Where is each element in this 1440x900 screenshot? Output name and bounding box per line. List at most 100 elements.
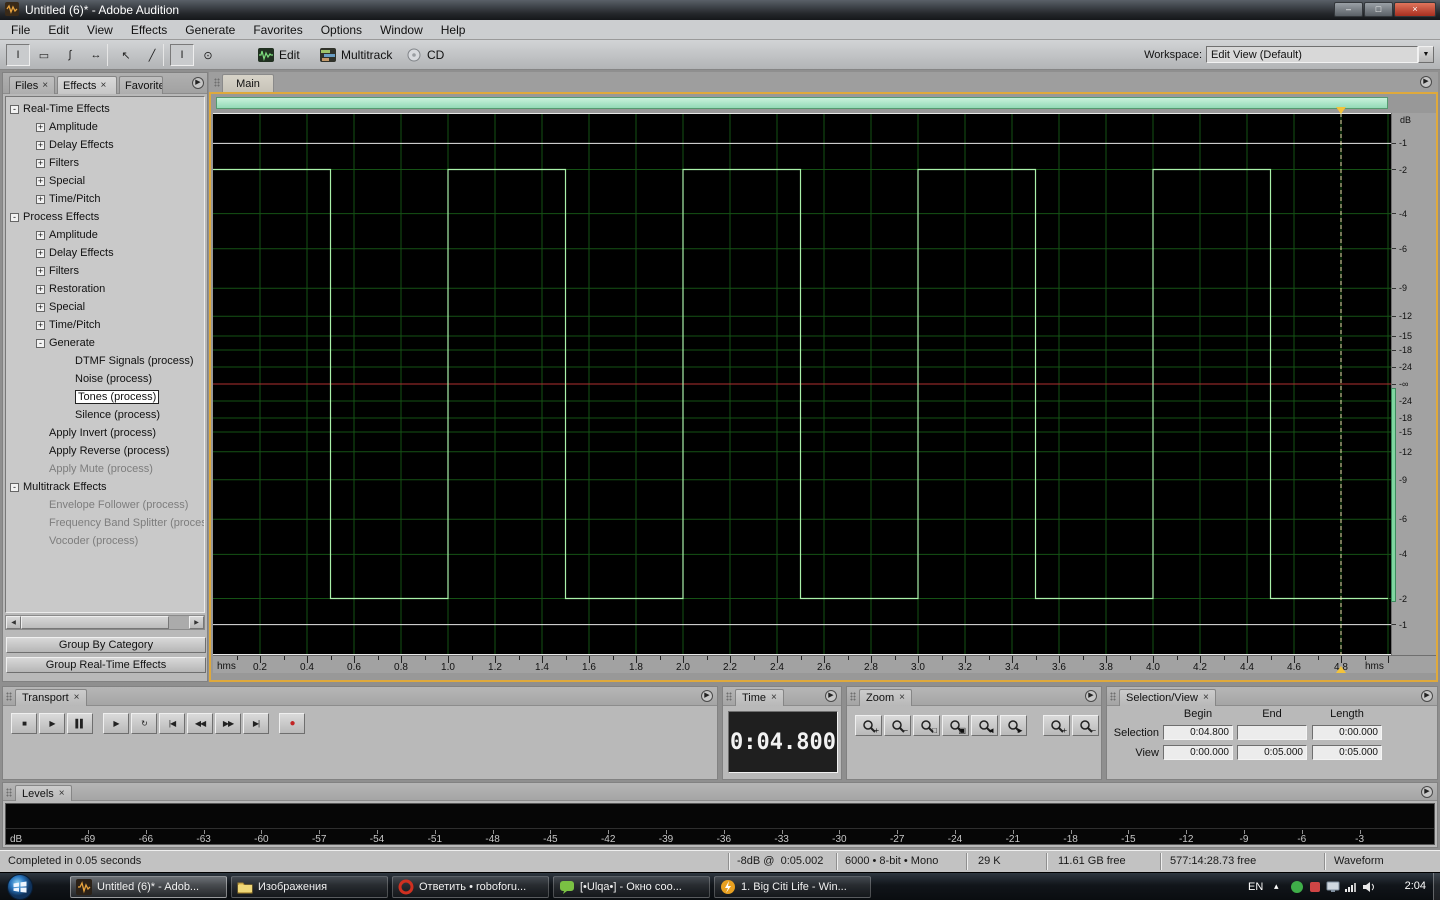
tree-expand-toggle[interactable]: + [36, 285, 45, 294]
cursor-marker-bottom[interactable] [1336, 666, 1346, 673]
db-ruler[interactable]: dB-1-1-2-2-4-4-6-6-9-9-12-12-15-15-18-18… [1391, 113, 1436, 655]
tree-expand-toggle[interactable]: + [36, 195, 45, 204]
lasso-selection-tool[interactable]: ∫ [58, 44, 82, 66]
panel-grip[interactable] [6, 692, 12, 701]
panel-menu-icon[interactable]: ▶ [1420, 76, 1432, 88]
taskbar-button-roboforu[interactable]: Ответить • roboforu... [392, 876, 549, 898]
fast-forward-button[interactable]: ▶▶ [215, 713, 241, 734]
scroll-left-button[interactable]: ◀ [6, 616, 21, 629]
taskbar-clock[interactable]: 2:04 [1405, 880, 1426, 892]
panel-header[interactable]: Zoom × ▶ [847, 687, 1101, 706]
tree-expand-toggle[interactable]: + [36, 321, 45, 330]
hybrid-tool[interactable]: I [170, 44, 194, 66]
tree-item-frequency-band-splitter-process[interactable]: Frequency Band Splitter (process) [6, 514, 204, 532]
panel-menu-icon[interactable]: ▶ [1421, 786, 1433, 798]
taskbar-button-1-big-citi-life-win[interactable]: 1. Big Citi Life - Win... [714, 876, 871, 898]
play-from-cursor-button[interactable]: ▶ [103, 713, 129, 734]
hidden-icons-arrow[interactable]: ▴ [1274, 881, 1279, 892]
panel-header[interactable]: Selection/View × ▶ [1107, 687, 1437, 706]
stop-button[interactable]: ■ [11, 713, 37, 734]
group-real-time-effects-button[interactable]: Group Real-Time Effects [6, 657, 206, 673]
razor-tool[interactable]: ╱ [140, 44, 164, 66]
marquee-selection-tool[interactable]: ▭ [32, 44, 56, 66]
start-button[interactable] [6, 873, 34, 900]
menu-item-window[interactable]: Window [371, 21, 432, 39]
panel-menu-icon[interactable]: ▶ [825, 690, 837, 702]
tab-close-icon[interactable]: × [899, 692, 905, 706]
panel-grip[interactable] [726, 692, 732, 701]
tab-favorites[interactable]: Favorites× [119, 76, 163, 94]
display-icon[interactable] [1326, 881, 1340, 896]
tree-item-delay-effects[interactable]: +Delay Effects [6, 244, 204, 262]
level-meter[interactable]: dB -69-66-63-60-57-54-51-48-45-42-39-36-… [5, 803, 1435, 845]
panel-header[interactable]: Transport × ▶ [3, 687, 717, 706]
go-to-end-button[interactable]: ▶| [243, 713, 269, 734]
move-tool[interactable]: ↖ [114, 44, 138, 66]
panel-menu-icon[interactable]: ▶ [1421, 690, 1433, 702]
time-selection-tool[interactable]: I [6, 44, 30, 66]
time-ruler[interactable]: hmshms0.20.40.60.81.01.21.41.61.82.02.22… [213, 655, 1391, 673]
record-button[interactable]: ● [279, 713, 305, 734]
tree-item-filters[interactable]: +Filters [6, 154, 204, 172]
tree-item-amplitude[interactable]: +Amplitude [6, 226, 204, 244]
horizontal-scrollbar[interactable]: ◀ ▶ [5, 615, 205, 630]
overview-scrollbar[interactable] [216, 97, 1388, 109]
cursor-marker-top[interactable] [1336, 107, 1346, 114]
tree-item-special[interactable]: +Special [6, 172, 204, 190]
panel-grip[interactable] [850, 692, 856, 701]
volume-icon[interactable] [1362, 881, 1376, 896]
show-desktop-button[interactable] [1433, 873, 1440, 900]
tab-effects[interactable]: Effects× [57, 76, 117, 94]
view-begin-field[interactable]: 0:00.000 [1163, 745, 1233, 760]
selection-begin-field[interactable]: 0:04.800 [1163, 725, 1233, 740]
tree-item-process-effects[interactable]: -Process Effects [6, 208, 204, 226]
tree-item-noise-process[interactable]: Noise (process) [6, 370, 204, 388]
tree-expand-toggle[interactable]: + [36, 123, 45, 132]
panel-grip[interactable] [6, 788, 12, 797]
tree-item-apply-reverse-process[interactable]: Apply Reverse (process) [6, 442, 204, 460]
taskbar-button-ulqa[interactable]: [•Ulqa•] - Окно соо... [553, 876, 710, 898]
go-to-beginning-button[interactable]: |◀ [159, 713, 185, 734]
cd-view-button[interactable]: CD [400, 44, 450, 66]
tree-item-envelope-follower-process[interactable]: Envelope Follower (process) [6, 496, 204, 514]
taskbar-button-item[interactable]: Изображения [231, 876, 388, 898]
menu-item-file[interactable]: File [2, 21, 39, 39]
tab-time[interactable]: Time × [735, 689, 784, 706]
tree-item-special[interactable]: +Special [6, 298, 204, 316]
tab-close-icon[interactable]: × [59, 788, 65, 801]
spot-tool[interactable]: ⊙ [196, 44, 220, 66]
selection-end-field[interactable] [1237, 725, 1307, 740]
view-end-field[interactable]: 0:05.000 [1237, 745, 1307, 760]
zoom-in-horizontally-button[interactable]: + [855, 715, 882, 736]
waveform-display[interactable] [213, 113, 1391, 655]
tray-icon[interactable] [1308, 880, 1322, 897]
tab-zoom[interactable]: Zoom × [859, 689, 912, 706]
tree-collapse-toggle[interactable]: - [10, 213, 19, 222]
tree-item-time-pitch[interactable]: +Time/Pitch [6, 190, 204, 208]
edit-view-button[interactable]: Edit [252, 44, 306, 66]
menu-item-view[interactable]: View [78, 21, 122, 39]
tree-item-apply-mute-process[interactable]: Apply Mute (process) [6, 460, 204, 478]
tree-expand-toggle[interactable]: + [36, 231, 45, 240]
network-icon[interactable] [1344, 881, 1358, 896]
tree-item-restoration[interactable]: +Restoration [6, 280, 204, 298]
tree-item-amplitude[interactable]: +Amplitude [6, 118, 204, 136]
zoom-to-selection-left-button[interactable]: ◄ [971, 715, 998, 736]
zoom-to-selection-button[interactable]: ▣ [942, 715, 969, 736]
tree-expand-toggle[interactable]: + [36, 141, 45, 150]
zoom-out-vertically-button[interactable]: − [1072, 715, 1099, 736]
play-looped-button[interactable]: ↻ [131, 713, 157, 734]
tree-expand-toggle[interactable]: + [36, 267, 45, 276]
tree-item-generate[interactable]: -Generate [6, 334, 204, 352]
pause-button[interactable]: ▌▌ [67, 713, 93, 734]
zoom-out-full-button[interactable]: □ [913, 715, 940, 736]
zoom-out-horizontally-button[interactable]: − [884, 715, 911, 736]
menu-item-favorites[interactable]: Favorites [244, 21, 311, 39]
panel-menu-icon[interactable]: ▶ [1085, 690, 1097, 702]
tree-item-vocoder-process[interactable]: Vocoder (process) [6, 532, 204, 550]
tree-item-dtmf-signals-process[interactable]: DTMF Signals (process) [6, 352, 204, 370]
tab-close-icon[interactable]: × [1203, 692, 1209, 706]
tab-close-icon[interactable]: × [74, 692, 80, 706]
play-button[interactable]: ▶ [39, 713, 65, 734]
tree-collapse-toggle[interactable]: - [10, 483, 19, 492]
